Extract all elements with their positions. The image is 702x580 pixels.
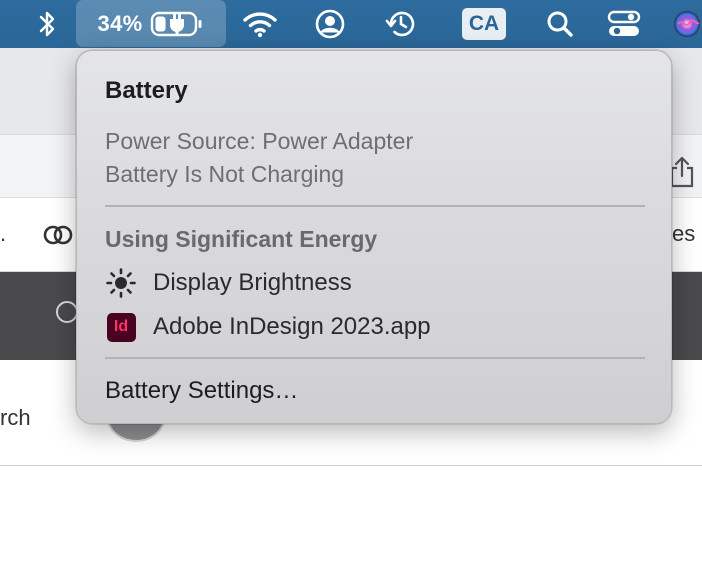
energy-item-display-brightness[interactable]: Display Brightness: [105, 266, 352, 300]
spotlight-search-icon[interactable]: [542, 0, 578, 48]
energy-item-indesign[interactable]: Id Adobe InDesign 2023.app: [105, 310, 431, 344]
input-source-badge: CA: [462, 8, 506, 40]
battery-menu-title: Battery: [105, 77, 188, 104]
wifi-icon[interactable]: [240, 0, 280, 48]
background-text-fragment-right: es: [672, 221, 696, 246]
energy-item-label: Adobe InDesign 2023.app: [153, 313, 431, 340]
indesign-app-icon-glyph: Id: [106, 312, 136, 342]
indesign-app-icon: Id: [105, 311, 137, 343]
significant-energy-heading: Using Significant Energy: [105, 226, 378, 252]
battery-menu: Battery Power Source: Power Adapter Batt…: [76, 50, 672, 424]
battery-percentage: 34%: [97, 10, 143, 36]
brightness-icon: [105, 267, 137, 299]
input-source-menu[interactable]: CA: [460, 0, 508, 48]
menu-bar: 34% CA: [0, 0, 702, 48]
charging-status-text: Battery Is Not Charging: [105, 161, 345, 187]
background-search-icon[interactable]: [56, 301, 78, 323]
energy-item-label: Display Brightness: [153, 269, 352, 296]
control-center-icon[interactable]: [604, 0, 644, 48]
creative-cloud-icon[interactable]: [42, 222, 74, 253]
battery-status-menu[interactable]: 34%: [76, 0, 226, 47]
share-icon[interactable]: [668, 156, 696, 193]
time-machine-icon[interactable]: [382, 0, 420, 48]
bluetooth-icon[interactable]: [30, 0, 64, 48]
background-row-text: rch: [0, 405, 31, 430]
battery-settings-menu-item[interactable]: Battery Settings…: [105, 377, 298, 405]
siri-icon[interactable]: [668, 0, 702, 48]
menu-divider: [105, 357, 645, 359]
background-text-fragment: .: [0, 221, 7, 246]
user-account-icon[interactable]: [312, 0, 348, 48]
power-source-text: Power Source: Power Adapter: [105, 128, 414, 154]
battery-charging-icon: [150, 10, 204, 38]
menu-divider: [105, 205, 645, 207]
